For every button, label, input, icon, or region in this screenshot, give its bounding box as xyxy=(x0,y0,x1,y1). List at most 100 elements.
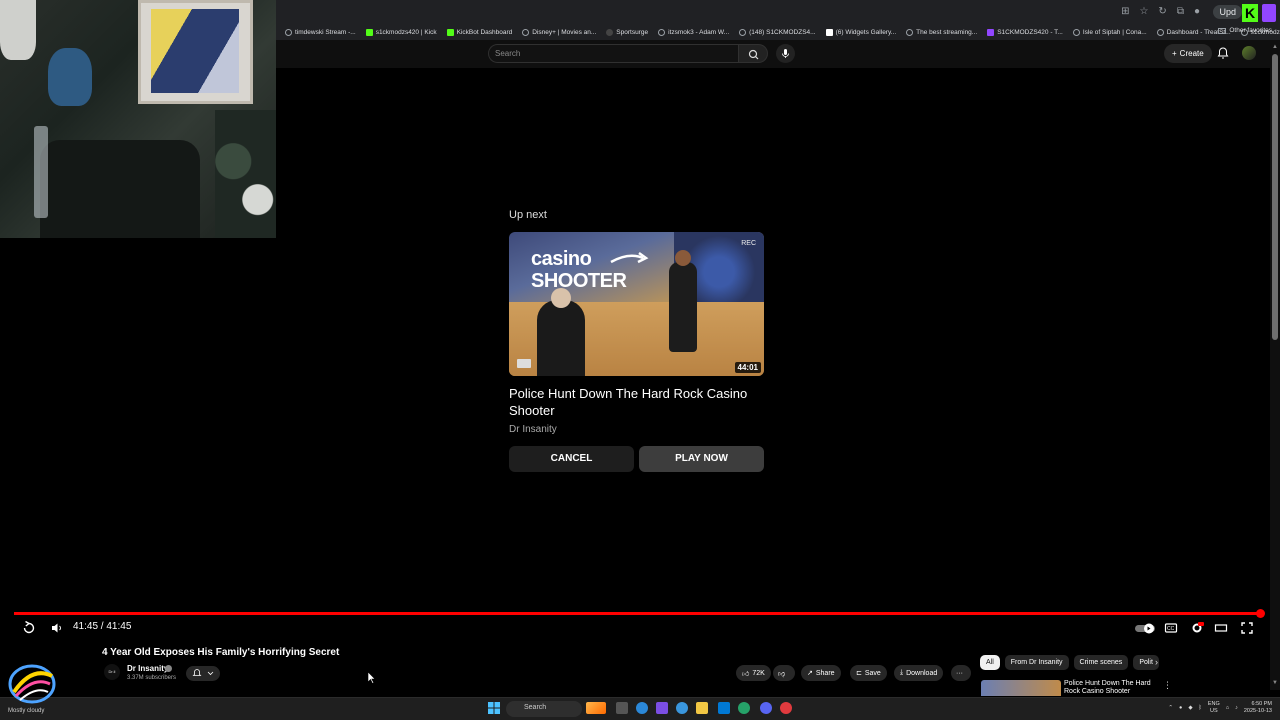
subscription-notifications-button[interactable] xyxy=(186,666,220,681)
create-button[interactable]: + Create xyxy=(1164,44,1212,63)
tray-app-icon[interactable]: ● xyxy=(1179,705,1182,711)
browser-icon[interactable] xyxy=(738,702,750,714)
chip-crime-scenes[interactable]: Crime scenes xyxy=(1073,655,1129,670)
cancel-button[interactable]: CANCEL xyxy=(509,446,634,472)
browser-tab-bar: ⊞ ☆ ↻ ⧉ ● Upd K xyxy=(276,0,1280,24)
discord-icon[interactable] xyxy=(760,702,772,714)
video-title: 4 Year Old Exposes His Family's Horrifyi… xyxy=(102,647,340,658)
taskbar-search[interactable]: Search xyxy=(506,701,582,717)
recommended-video-title[interactable]: Police Hunt Down The Hard Rock Casino Sh… xyxy=(1064,680,1154,696)
bookmark-label: timdewski Stream -... xyxy=(295,28,356,36)
like-button[interactable]: 👍︎ 72K xyxy=(736,665,771,681)
like-count: 72K xyxy=(752,669,765,677)
save-button[interactable]: ⊏ Save xyxy=(850,665,887,681)
bookmark-item[interactable]: s1ckmodzs420 | Kick xyxy=(361,28,442,36)
kick-logo-icon: K xyxy=(1242,4,1258,22)
collections-icon[interactable]: ⧉ xyxy=(1177,6,1184,17)
up-next-channel[interactable]: Dr Insanity xyxy=(509,424,557,435)
teams-icon[interactable] xyxy=(656,702,668,714)
bookmark-item[interactable]: Isle of Siptah | Cona... xyxy=(1068,28,1152,36)
chips-next-icon[interactable]: › xyxy=(1155,657,1158,667)
bookmark-item[interactable]: KickBot Dashboard xyxy=(442,28,518,36)
clock-date: 2025-10-13 xyxy=(1243,708,1272,714)
bookmark-item[interactable]: (148) S1CKMODZS4... xyxy=(734,28,820,36)
weather-label[interactable]: Mostly cloudy xyxy=(8,708,44,714)
profile-icon[interactable]: ● xyxy=(1194,6,1200,17)
store-icon[interactable] xyxy=(718,702,730,714)
channel-avatar[interactable]: Dr.li xyxy=(104,664,120,680)
bookmarks-bar: timdewski Stream -... s1ckmodzs420 | Kick… xyxy=(276,24,1280,40)
globe-icon xyxy=(739,28,747,36)
edge-icon[interactable] xyxy=(676,702,688,714)
play-now-button[interactable]: PLAY NOW xyxy=(639,446,764,472)
tray-overflow-icon[interactable]: ⌃ xyxy=(1168,705,1173,711)
tray-bluetooth-icon[interactable]: ᛒ xyxy=(1199,705,1202,711)
globe-icon xyxy=(906,28,914,36)
chip-from-dr-insanity[interactable]: From Dr Insanity xyxy=(1004,655,1069,670)
up-next-thumbnail[interactable]: casino SHOOTER REC 44:01 xyxy=(509,232,764,376)
bookmarks-overflow-icon[interactable]: › xyxy=(1207,26,1210,35)
voice-search-button[interactable] xyxy=(776,44,795,63)
search-input[interactable]: Search xyxy=(488,44,738,63)
file-explorer-icon[interactable] xyxy=(696,702,708,714)
bookmark-item[interactable]: itzsmok3 - Adam W... xyxy=(653,28,734,36)
bookmark-item[interactable]: timdewski Stream -... xyxy=(280,28,361,36)
up-next-title[interactable]: Police Hunt Down The Hard Rock Casino Sh… xyxy=(509,385,769,419)
other-favorites[interactable]: Other favorites xyxy=(1218,27,1272,34)
search-button[interactable] xyxy=(738,44,768,63)
scrollbar-thumb[interactable] xyxy=(1272,54,1278,340)
share-button[interactable]: ↗ Share xyxy=(801,665,841,681)
autoplay-toggle-icon[interactable] xyxy=(1134,621,1158,635)
replay-icon[interactable] xyxy=(22,621,36,635)
scroll-down-icon[interactable]: ▼ xyxy=(1272,680,1278,686)
background-plants xyxy=(215,110,276,238)
tray-app-icon-2[interactable]: ◆ xyxy=(1188,705,1192,711)
extensions-icon[interactable]: ⊞ xyxy=(1121,6,1129,17)
settings-gear-icon[interactable] xyxy=(1190,621,1204,635)
bookmark-item[interactable]: Disney+ | Movies an... xyxy=(517,28,601,36)
save-label: Save xyxy=(864,669,881,677)
scroll-up-icon[interactable]: ▲ xyxy=(1272,44,1278,50)
thumbnail-shooter-figure xyxy=(669,262,697,352)
download-button[interactable]: ⤓ Download xyxy=(894,665,944,681)
notifications-bell-icon[interactable] xyxy=(1216,46,1230,60)
thumbnail-arrow-icon xyxy=(610,251,649,264)
volume-icon[interactable] xyxy=(50,621,64,635)
bookmark-item[interactable]: Sportsurge xyxy=(601,28,653,36)
captions-icon[interactable]: CC xyxy=(1164,621,1178,635)
update-button[interactable]: Upd xyxy=(1213,5,1242,19)
bookmark-label: S1CKMODZS420 - T... xyxy=(997,28,1063,36)
progress-scrubber-handle[interactable] xyxy=(1256,609,1265,618)
copilot-icon[interactable] xyxy=(636,702,648,714)
volume-tray-icon[interactable]: ♪ xyxy=(1235,705,1238,711)
obs-icon[interactable] xyxy=(780,702,792,714)
browser-toolbar-icons: ⊞ ☆ ↻ ⧉ ● xyxy=(1121,6,1200,17)
twitch-icon xyxy=(987,28,995,36)
globe-icon xyxy=(1072,28,1080,36)
page-scrollbar[interactable]: ▲ ▼ xyxy=(1270,40,1280,690)
svg-text:CC: CC xyxy=(1167,626,1175,632)
taskbar-widget-icon[interactable] xyxy=(586,702,606,714)
windows-start-icon[interactable] xyxy=(488,702,500,714)
bookmark-item[interactable]: The best streaming... xyxy=(901,28,982,36)
recommended-video-menu-icon[interactable]: ⋮ xyxy=(1163,680,1172,691)
theater-mode-icon[interactable] xyxy=(1214,621,1228,635)
bookmark-item[interactable]: S1CKMODZS420 - T... xyxy=(982,28,1068,36)
fullscreen-icon[interactable] xyxy=(1240,621,1254,635)
bookmark-item[interactable]: (6) Widgets Gallery... xyxy=(821,28,902,36)
taskbar-clock[interactable]: 6:50 PM 2025-10-13 xyxy=(1244,701,1272,715)
refresh-icon[interactable]: ↻ xyxy=(1158,6,1166,17)
language-indicator[interactable]: ENG US xyxy=(1208,701,1220,715)
recommended-video-thumbnail[interactable] xyxy=(981,680,1061,696)
network-icon[interactable]: ⌂ xyxy=(1226,705,1229,711)
kick-icon xyxy=(365,28,373,36)
channel-name[interactable]: Dr Insanity xyxy=(127,664,168,673)
task-view-icon[interactable] xyxy=(616,702,628,714)
more-actions-button[interactable]: ··· xyxy=(951,665,971,681)
dislike-button[interactable]: 👎︎ xyxy=(773,665,795,681)
progress-bar[interactable] xyxy=(14,612,1260,615)
user-avatar[interactable] xyxy=(1242,46,1256,60)
chip-all[interactable]: All xyxy=(980,655,1000,670)
favorite-star-icon[interactable]: ☆ xyxy=(1139,6,1148,17)
widget-icon xyxy=(825,28,833,36)
